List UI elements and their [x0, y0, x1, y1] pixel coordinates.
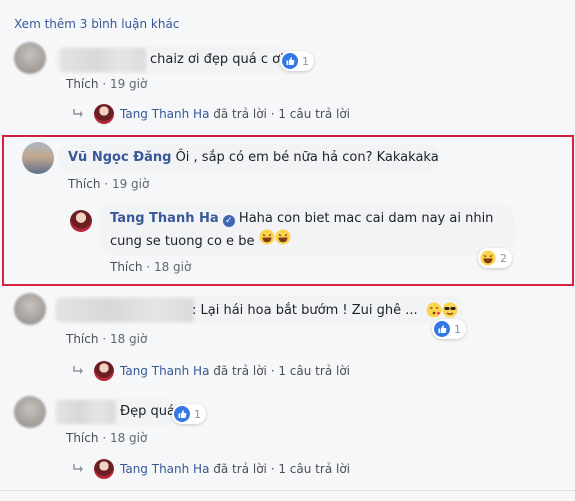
separator: · — [102, 332, 107, 346]
sunglasses-emoji-icon — [442, 302, 458, 318]
like-link[interactable]: Thích — [68, 177, 100, 191]
like-link[interactable]: Thích — [66, 431, 98, 445]
reaction-number: 2 — [500, 251, 507, 265]
timestamp[interactable]: 19 giờ — [112, 177, 149, 191]
reply-summary[interactable]: Tang Thanh Ha đã trả lời · 1 câu trả lời — [72, 459, 350, 479]
verified-badge-icon: ✓ — [222, 215, 235, 227]
reply-action: đã trả lời — [213, 462, 267, 476]
avatar — [94, 361, 114, 381]
timestamp[interactable]: 18 giờ — [154, 260, 191, 274]
reply-author[interactable]: Tang Thanh Ha — [110, 211, 219, 226]
reaction-number: 1 — [194, 407, 201, 421]
reaction-count[interactable]: 2 — [478, 248, 512, 268]
reply-author[interactable]: Tang Thanh Ha — [120, 364, 209, 378]
commenter-name[interactable]: Vũ Ngọc Đăng — [68, 150, 171, 165]
like-icon — [434, 321, 450, 337]
reply-arrow-icon — [73, 464, 83, 472]
comment-text: Vũ Ngọc Đăng Ôi , sắp có em bé nữa hả co… — [68, 150, 439, 165]
comment-text: Đẹp quá — [120, 404, 175, 419]
reply-action: đã trả lời — [213, 364, 267, 378]
avatar[interactable] — [70, 210, 92, 232]
avatar[interactable] — [14, 42, 46, 74]
blurred-name — [56, 400, 116, 424]
laugh-emoji-icon — [259, 229, 275, 245]
reply-meta: Thích · 18 giờ — [110, 260, 191, 274]
reaction-count[interactable]: 1 — [432, 319, 466, 339]
avatar[interactable] — [14, 396, 46, 428]
avatar[interactable] — [22, 142, 54, 174]
reply-count: 1 câu trả lời — [278, 364, 350, 378]
like-link[interactable]: Thích — [66, 332, 98, 346]
reply-text: Tang Thanh Ha ✓ Haha con biet mac cai da… — [110, 209, 493, 252]
comment-text: : Lại hái hoa bắt bướm ! Zui ghê ... — [192, 302, 458, 318]
reply-arrow-icon — [73, 109, 83, 117]
comment-meta: Thích · 18 giờ — [66, 431, 147, 445]
reply-count: 1 câu trả lời — [278, 107, 350, 121]
like-icon — [174, 406, 190, 422]
reaction-number: 1 — [454, 322, 461, 336]
separator: · — [104, 177, 109, 191]
comment-body: Ôi , sắp có em bé nữa hả con? Kakakaka — [175, 150, 439, 165]
like-icon — [282, 53, 298, 69]
reply-summary[interactable]: Tang Thanh Ha đã trả lời · 1 câu trả lời — [72, 361, 350, 381]
comment-text: chaiz ơi đẹp quá c ơi — [150, 52, 284, 67]
separator: · — [270, 107, 275, 121]
reaction-number: 1 — [302, 54, 309, 68]
timestamp[interactable]: 19 giờ — [110, 77, 147, 91]
comment-meta: Thích · 18 giờ — [66, 332, 147, 346]
blurred-name — [60, 48, 146, 72]
laugh-emoji-icon — [480, 250, 496, 266]
separator: · — [270, 462, 275, 476]
see-more-comments-link[interactable]: Xem thêm 3 bình luận khác — [14, 17, 179, 31]
like-link[interactable]: Thích — [110, 260, 142, 274]
like-link[interactable]: Thích — [66, 77, 98, 91]
timestamp[interactable]: 18 giờ — [110, 431, 147, 445]
reply-author[interactable]: Tang Thanh Ha — [120, 107, 209, 121]
avatar — [94, 104, 114, 124]
separator: · — [102, 77, 107, 91]
kiss-emoji-icon — [426, 302, 442, 318]
reaction-count[interactable]: 1 — [172, 404, 206, 424]
laugh-emoji-icon — [275, 229, 291, 245]
separator: · — [270, 364, 275, 378]
reply-line-1: Haha con biet mac cai dam nay ai nhin — [238, 211, 494, 226]
reply-summary[interactable]: Tang Thanh Ha đã trả lời · 1 câu trả lời — [72, 104, 350, 124]
comment-body: : Lại hái hoa bắt bướm ! Zui ghê ... — [192, 302, 418, 318]
separator: · — [102, 431, 107, 445]
divider — [0, 490, 575, 491]
reply-line-2: cung se tuong co e be — [110, 234, 255, 249]
reply-count: 1 câu trả lời — [278, 462, 350, 476]
reply-action: đã trả lời — [213, 107, 267, 121]
reaction-count[interactable]: 1 — [280, 51, 314, 71]
reply-author[interactable]: Tang Thanh Ha — [120, 462, 209, 476]
comment-meta: Thích · 19 giờ — [68, 177, 149, 191]
blurred-name — [56, 298, 194, 322]
timestamp[interactable]: 18 giờ — [110, 332, 147, 346]
avatar[interactable] — [14, 293, 46, 325]
separator: · — [146, 260, 151, 274]
comment-meta: Thích · 19 giờ — [66, 77, 147, 91]
avatar — [94, 459, 114, 479]
reply-arrow-icon — [73, 366, 83, 374]
